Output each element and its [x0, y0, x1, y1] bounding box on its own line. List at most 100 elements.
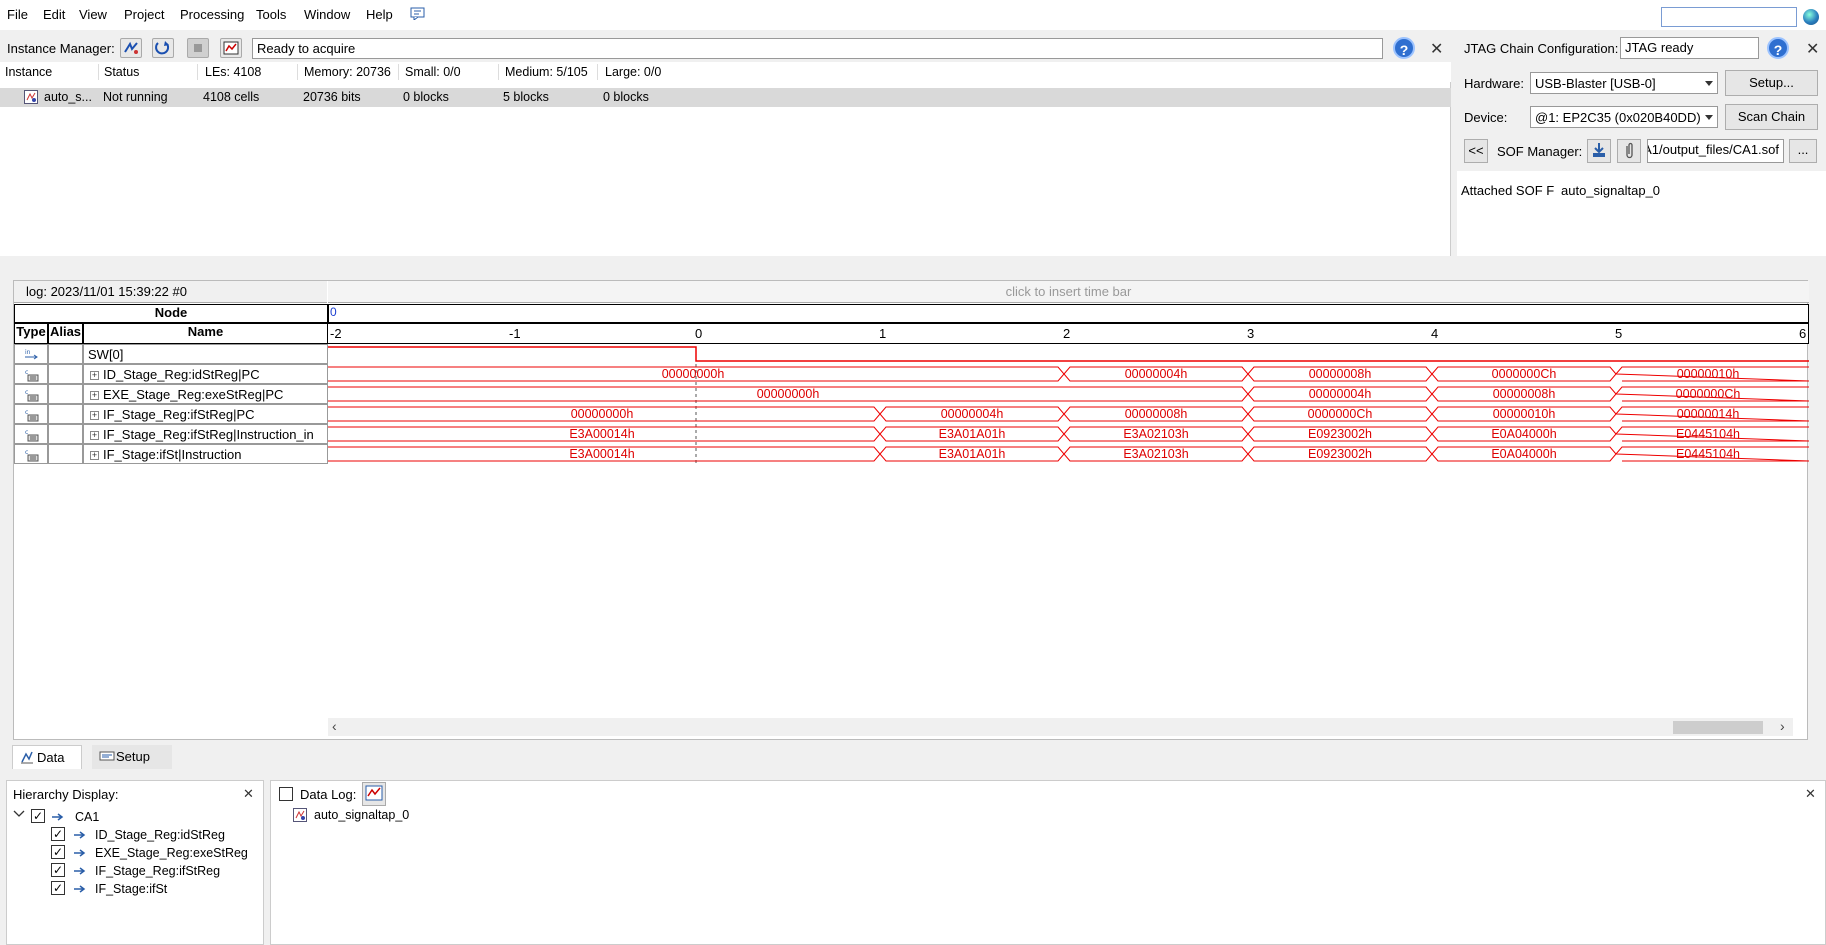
help-icon[interactable]: ? [1393, 37, 1415, 59]
bus-type-icon: c [14, 444, 48, 464]
child-checkbox[interactable]: ✓ [51, 863, 65, 877]
expand-icon[interactable]: + [90, 451, 99, 460]
bus-type-icon: c [14, 384, 48, 404]
bus-value: E0445104h [1676, 427, 1740, 441]
expand-icon[interactable]: + [90, 391, 99, 400]
signal-name-text: ID_Stage_Reg:idStReg|PC [103, 367, 260, 382]
col-status[interactable]: Status [104, 65, 139, 79]
sof-file-field[interactable]: A1/output_files/CA1.sof [1647, 139, 1784, 163]
expand-icon[interactable]: + [90, 411, 99, 420]
module-icon [74, 885, 86, 893]
close-icon[interactable]: ✕ [1805, 786, 1816, 802]
time-cursor-value: 0 [330, 305, 337, 319]
setup-button[interactable]: Setup... [1725, 70, 1818, 96]
scroll-left-icon[interactable]: ‹ [332, 718, 337, 734]
tick-label: -1 [509, 326, 521, 341]
col-medium[interactable]: Medium: 5/105 [505, 65, 588, 79]
tree-item[interactable]: ID_Stage_Reg:idStReg [95, 828, 225, 842]
menu-window[interactable]: Window [304, 7, 350, 22]
search-input[interactable] [1661, 7, 1797, 27]
child-checkbox[interactable]: ✓ [51, 881, 65, 895]
browse-button[interactable]: ... [1789, 139, 1817, 163]
globe-icon[interactable] [1803, 9, 1819, 25]
col-large[interactable]: Large: 0/0 [605, 65, 661, 79]
col-les[interactable]: LEs: 4108 [205, 65, 261, 79]
col-separator [498, 64, 499, 80]
tab-data[interactable]: Data [12, 745, 82, 769]
col-separator [98, 64, 99, 80]
chevron-down-icon[interactable] [13, 809, 25, 822]
menu-file[interactable]: File [7, 7, 28, 22]
menu-view[interactable]: View [79, 7, 107, 22]
close-icon[interactable]: ✕ [1430, 39, 1443, 59]
instance-large: 0 blocks [603, 90, 649, 104]
tick-label: 6 [1799, 326, 1807, 341]
device-select[interactable]: @1: EP2C35 (0x020B40DD) [1530, 106, 1718, 128]
col-memory[interactable]: Memory: 20736 [304, 65, 391, 79]
menu-edit[interactable]: Edit [43, 7, 65, 22]
col-instance[interactable]: Instance [5, 65, 52, 79]
menu-tools[interactable]: Tools [256, 7, 286, 22]
autorun-icon[interactable] [120, 38, 142, 58]
signal-name: + IF_Stage_Reg:ifStReg|Instruction_in [83, 424, 328, 444]
data-log-checkbox[interactable] [279, 787, 293, 801]
name-header[interactable]: Name [83, 323, 328, 344]
attach-icon[interactable] [1617, 139, 1641, 163]
tick-label: 1 [879, 326, 887, 341]
bus-value: 00000008h [1125, 407, 1188, 421]
tree-item[interactable]: EXE_Stage_Reg:exeStReg [95, 846, 248, 860]
instance-name: auto_s... [44, 90, 92, 104]
timebar-insert-area[interactable]: click to insert time bar [328, 281, 1809, 303]
instance-row[interactable]: auto_s... Not running 4108 cells 20736 b… [0, 88, 1451, 107]
hardware-select[interactable]: USB-Blaster [USB-0] [1530, 72, 1718, 94]
col-small[interactable]: Small: 0/0 [405, 65, 461, 79]
alias-header[interactable]: Alias [48, 323, 83, 344]
bus-value: 00000008h [1309, 367, 1372, 381]
data-log-view-icon[interactable] [362, 782, 386, 806]
close-icon[interactable]: ✕ [1806, 39, 1819, 59]
scrollbar-thumb[interactable] [1673, 721, 1763, 734]
node-header: Node [14, 304, 328, 323]
child-checkbox[interactable]: ✓ [51, 845, 65, 859]
tab-setup[interactable]: Setup [92, 745, 172, 769]
help-icon[interactable]: ? [1767, 37, 1789, 59]
scroll-right-icon[interactable]: › [1780, 718, 1785, 734]
signal-name-text: IF_Stage:ifSt|Instruction [103, 447, 242, 462]
signal-name-text: IF_Stage_Reg:ifStReg|PC [103, 407, 255, 422]
bus-value: E3A00014h [569, 447, 634, 461]
read-data-icon[interactable] [220, 38, 242, 58]
tick-label: 4 [1431, 326, 1439, 341]
signal-name: + IF_Stage_Reg:ifStReg|PC [83, 404, 328, 424]
collapse-button[interactable]: << [1464, 139, 1488, 163]
horizontal-scrollbar[interactable]: ‹ › [328, 718, 1793, 736]
tree-item[interactable]: IF_Stage:ifSt [95, 882, 167, 896]
module-icon [74, 867, 86, 875]
close-icon[interactable]: ✕ [243, 786, 254, 802]
type-header[interactable]: Type [14, 323, 48, 344]
instance-manager-toolbar: Instance Manager: Ready to acquire ? ✕ [0, 34, 1451, 62]
menu-processing[interactable]: Processing [180, 7, 244, 22]
expand-icon[interactable]: + [90, 371, 99, 380]
root-checkbox[interactable]: ✓ [31, 809, 45, 823]
signal-name: + IF_Stage:ifSt|Instruction [83, 444, 328, 464]
device-value: @1: EP2C35 (0x020B40DD) [1535, 110, 1701, 125]
attached-sof-label: Attached SOF F [1461, 183, 1555, 198]
menu-help[interactable]: Help [366, 7, 393, 22]
log-entry[interactable]: auto_signaltap_0 [314, 808, 409, 822]
program-device-icon[interactable] [1587, 139, 1611, 163]
signal-name: SW[0] [83, 344, 328, 364]
jtag-panel: JTAG Chain Configuration: JTAG ready ? ✕… [1455, 34, 1826, 256]
run-icon[interactable] [152, 38, 174, 58]
stop-icon[interactable] [187, 38, 209, 58]
feedback-icon[interactable] [410, 7, 426, 21]
signal-name: + ID_Stage_Reg:idStReg|PC [83, 364, 328, 384]
waveform-traces[interactable]: 00000000h 00000004h 00000008h 0000000Ch … [328, 344, 1809, 464]
scan-chain-button[interactable]: Scan Chain [1725, 104, 1818, 130]
instance-medium: 5 blocks [503, 90, 549, 104]
tree-item[interactable]: IF_Stage_Reg:ifStReg [95, 864, 220, 878]
menu-project[interactable]: Project [124, 7, 164, 22]
child-checkbox[interactable]: ✓ [51, 827, 65, 841]
attached-sof-area: Attached SOF F auto_signaltap_0 [1457, 171, 1826, 256]
expand-icon[interactable]: + [90, 431, 99, 440]
tree-root[interactable]: CA1 [75, 810, 99, 824]
